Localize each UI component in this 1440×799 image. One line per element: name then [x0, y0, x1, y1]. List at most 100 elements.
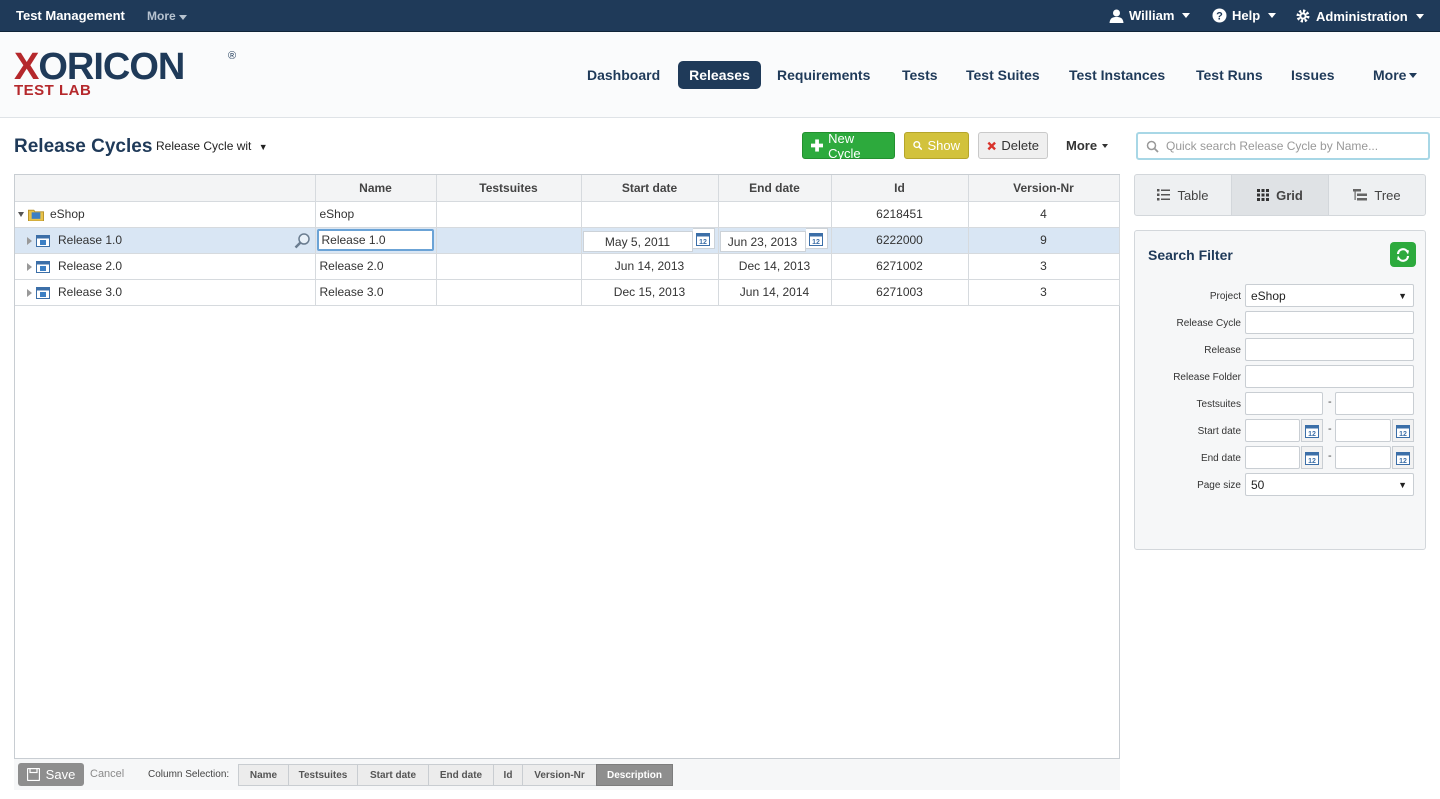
- toolbar-more-button[interactable]: More: [1058, 132, 1118, 159]
- page-size-select[interactable]: 50 ▼: [1245, 473, 1414, 496]
- quick-search-field[interactable]: Quick search Release Cycle by Name...: [1136, 132, 1430, 160]
- column-toggle-testsuites[interactable]: Testsuites: [288, 764, 358, 786]
- cell-name[interactable]: eShop: [315, 201, 437, 228]
- end-date-edit-input[interactable]: Jun 23, 2013: [719, 231, 806, 252]
- release-cycle-input[interactable]: [1245, 311, 1414, 334]
- nav-releases[interactable]: Releases: [678, 61, 761, 89]
- column-toggle-id[interactable]: Id: [493, 764, 523, 786]
- tab-tree[interactable]: Tree: [1329, 175, 1425, 215]
- show-button[interactable]: Show: [904, 132, 969, 159]
- cell-end-date[interactable]: Dec 14, 2013: [718, 253, 832, 280]
- release-grid: Name Testsuites Start date End date Id V…: [14, 174, 1120, 790]
- save-button[interactable]: Save: [18, 763, 84, 786]
- column-toggle-start-date[interactable]: Start date: [357, 764, 429, 786]
- col-header-version-nr[interactable]: Version-Nr: [968, 175, 1120, 202]
- cell-id: 6271002: [831, 253, 969, 280]
- start-date-from-calendar-button[interactable]: 12: [1301, 419, 1323, 442]
- cell-start-date[interactable]: [581, 201, 719, 228]
- delete-button[interactable]: Delete: [978, 132, 1048, 159]
- chevron-down-icon: [1102, 143, 1109, 148]
- table-row[interactable]: Release 3.0 Release 3.0 Dec 15, 2013 Jun…: [15, 279, 1120, 306]
- nav-test-runs[interactable]: Test Runs: [1184, 61, 1275, 89]
- expand-triangle-icon[interactable]: [27, 288, 32, 297]
- nav-test-instances[interactable]: Test Instances: [1057, 61, 1177, 89]
- start-date-calendar-button[interactable]: 12: [692, 228, 715, 249]
- column-toggle-name[interactable]: Name: [238, 764, 289, 786]
- top-more-label: More: [147, 9, 176, 23]
- start-date-edit-input[interactable]: May 5, 2011: [582, 231, 693, 252]
- cell-testsuites[interactable]: [436, 227, 582, 254]
- nav-test-suites[interactable]: Test Suites: [954, 61, 1052, 89]
- col-header-name[interactable]: Name: [315, 175, 437, 202]
- end-date-to-calendar-button[interactable]: 12: [1392, 446, 1414, 469]
- svg-text:12: 12: [812, 239, 820, 246]
- logo-wordmark: XORICON: [14, 48, 185, 86]
- tab-grid-label: Grid: [1276, 187, 1303, 203]
- xoricon-logo[interactable]: XORICON ® TEST LAB: [14, 48, 236, 98]
- release-input[interactable]: [1245, 338, 1414, 361]
- start-date-from-input[interactable]: [1245, 419, 1300, 442]
- cell-testsuites[interactable]: [436, 201, 582, 228]
- table-row-selected[interactable]: Release 1.0 Release 1.0 May 5, 2011 12 Ju…: [15, 227, 1120, 254]
- name-edit-input[interactable]: Release 1.0: [316, 229, 434, 251]
- dropdown-arrow-icon: ▼: [1398, 290, 1407, 301]
- nav-tests[interactable]: Tests: [890, 61, 950, 89]
- range-separator: -: [1328, 396, 1332, 408]
- svg-text:12: 12: [1308, 458, 1316, 465]
- start-date-to-input[interactable]: [1335, 419, 1391, 442]
- top-bar: Test Management More William ? Help Admi…: [0, 0, 1440, 32]
- column-toggle-end-date[interactable]: End date: [428, 764, 494, 786]
- nav-issues[interactable]: Issues: [1279, 61, 1347, 89]
- table-row[interactable]: Release 2.0 Release 2.0 Jun 14, 2013 Dec…: [15, 253, 1120, 280]
- nav-dashboard[interactable]: Dashboard: [575, 61, 672, 89]
- start-date-to-calendar-button[interactable]: 12: [1392, 419, 1414, 442]
- column-toggle-version-nr[interactable]: Version-Nr: [522, 764, 597, 786]
- expand-triangle-icon[interactable]: [27, 262, 32, 271]
- app-title[interactable]: Test Management: [16, 8, 125, 23]
- tab-grid[interactable]: Grid: [1232, 175, 1329, 215]
- col-header-tree[interactable]: [15, 175, 316, 202]
- col-header-id[interactable]: Id: [831, 175, 969, 202]
- refresh-button[interactable]: [1390, 242, 1416, 267]
- project-select[interactable]: eShop ▼: [1245, 284, 1414, 307]
- end-date-to-input[interactable]: [1335, 446, 1391, 469]
- testsuites-label: Testsuites: [1196, 399, 1241, 410]
- col-header-testsuites[interactable]: Testsuites: [436, 175, 582, 202]
- cell-start-date[interactable]: Dec 15, 2013: [581, 279, 719, 306]
- cell-testsuites[interactable]: [436, 279, 582, 306]
- user-menu[interactable]: William: [1109, 8, 1191, 23]
- end-date-from-calendar-button[interactable]: 12: [1301, 446, 1323, 469]
- range-separator: -: [1328, 450, 1332, 462]
- cell-end-date[interactable]: [718, 201, 832, 228]
- end-date-calendar-button[interactable]: 12: [805, 228, 828, 249]
- cell-name[interactable]: Release 3.0: [315, 279, 437, 306]
- end-date-from-input[interactable]: [1245, 446, 1300, 469]
- cell-testsuites[interactable]: [436, 253, 582, 280]
- testsuites-from-input[interactable]: [1245, 392, 1323, 415]
- cell-end-date[interactable]: Jun 14, 2014: [718, 279, 832, 306]
- testsuites-to-input[interactable]: [1335, 392, 1414, 415]
- col-header-end-date[interactable]: End date: [718, 175, 832, 202]
- release-folder-input[interactable]: [1245, 365, 1414, 388]
- tab-table[interactable]: Table: [1135, 175, 1232, 215]
- page-size-value: 50: [1251, 477, 1265, 492]
- top-more-menu[interactable]: More: [147, 9, 187, 23]
- column-toggle-description[interactable]: Description: [596, 764, 673, 786]
- view-selector[interactable]: Release Cycle wit ▼: [156, 139, 268, 153]
- help-menu[interactable]: ? Help: [1212, 8, 1277, 23]
- expand-triangle-icon[interactable]: [27, 236, 32, 245]
- nav-more[interactable]: More: [1361, 61, 1429, 89]
- administration-menu[interactable]: Administration: [1295, 8, 1424, 24]
- cell-start-date[interactable]: Jun 14, 2013: [581, 253, 719, 280]
- table-row[interactable]: eShop eShop 6218451 4: [15, 201, 1120, 228]
- cell-name[interactable]: Release 2.0: [315, 253, 437, 280]
- magnifier-icon[interactable]: [294, 232, 311, 249]
- new-cycle-button[interactable]: New Cycle: [802, 131, 895, 161]
- cancel-button[interactable]: Cancel: [90, 768, 124, 780]
- col-header-start-date[interactable]: Start date: [581, 175, 719, 202]
- nav-requirements[interactable]: Requirements: [765, 61, 882, 89]
- collapse-triangle-icon[interactable]: [18, 212, 24, 218]
- column-selection-label: Column Selection:: [148, 769, 230, 780]
- calendar-icon: 12: [1396, 451, 1410, 465]
- view-selector-value: Release Cycle wit: [156, 139, 252, 153]
